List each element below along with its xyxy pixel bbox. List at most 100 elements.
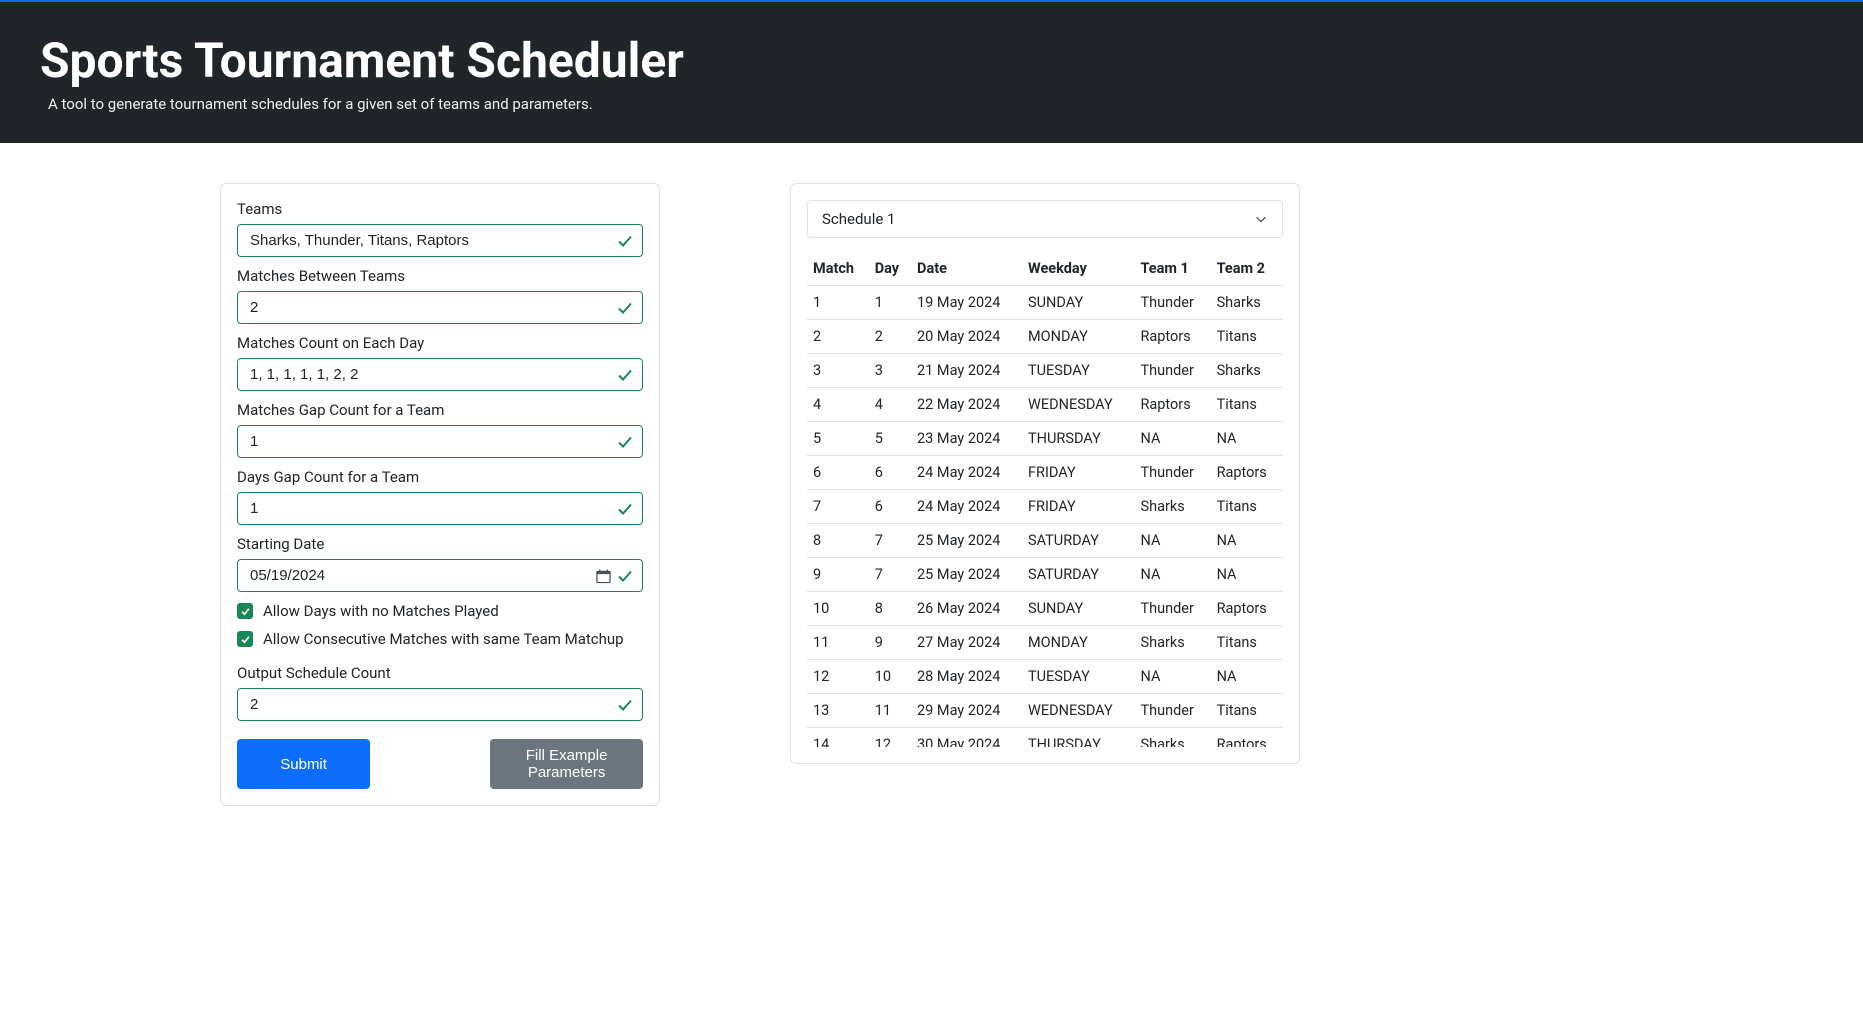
cell-match: 9 <box>807 558 869 592</box>
cell-weekday: THURSDAY <box>1022 422 1134 456</box>
cell-day: 12 <box>869 728 911 748</box>
cell-date: 24 May 2024 <box>911 456 1022 490</box>
cell-date: 24 May 2024 <box>911 490 1022 524</box>
cell-day: 10 <box>869 660 911 694</box>
cell-team1: Sharks <box>1134 626 1210 660</box>
allow-consecutive-checkbox[interactable] <box>237 631 253 647</box>
schedule-select-label: Schedule 1 <box>822 210 895 228</box>
cell-match: 6 <box>807 456 869 490</box>
fill-example-button[interactable]: Fill Example Parameters <box>490 739 643 789</box>
cell-team1: NA <box>1134 660 1210 694</box>
cell-date: 28 May 2024 <box>911 660 1022 694</box>
cell-team2: NA <box>1211 422 1283 456</box>
cell-team1: Thunder <box>1134 456 1210 490</box>
cell-match: 1 <box>807 286 869 320</box>
cell-team2: Sharks <box>1211 286 1283 320</box>
cell-team2: Titans <box>1211 626 1283 660</box>
cell-team2: Titans <box>1211 694 1283 728</box>
cell-day: 5 <box>869 422 911 456</box>
cell-match: 2 <box>807 320 869 354</box>
cell-weekday: SATURDAY <box>1022 524 1134 558</box>
cell-team2: Titans <box>1211 320 1283 354</box>
cell-weekday: SATURDAY <box>1022 558 1134 592</box>
cell-day: 1 <box>869 286 911 320</box>
cell-date: 22 May 2024 <box>911 388 1022 422</box>
cell-team1: Thunder <box>1134 286 1210 320</box>
cell-match: 7 <box>807 490 869 524</box>
cell-team1: Thunder <box>1134 694 1210 728</box>
page-subtitle: A tool to generate tournament schedules … <box>48 95 1823 113</box>
cell-team2: Raptors <box>1211 456 1283 490</box>
cell-day: 4 <box>869 388 911 422</box>
cell-match: 11 <box>807 626 869 660</box>
starting-date-input[interactable] <box>237 559 643 592</box>
cell-team1: Thunder <box>1134 592 1210 626</box>
cell-day: 8 <box>869 592 911 626</box>
cell-match: 10 <box>807 592 869 626</box>
cell-day: 9 <box>869 626 911 660</box>
cell-weekday: MONDAY <box>1022 626 1134 660</box>
cell-match: 14 <box>807 728 869 748</box>
cell-team2: NA <box>1211 558 1283 592</box>
cell-date: 20 May 2024 <box>911 320 1022 354</box>
matches-between-label: Matches Between Teams <box>237 267 643 285</box>
cell-weekday: WEDNESDAY <box>1022 694 1134 728</box>
schedule-panel: Schedule 1 Match Day Date Weekday Team 1… <box>790 183 1300 764</box>
cell-team2: Raptors <box>1211 592 1283 626</box>
cell-weekday: MONDAY <box>1022 320 1134 354</box>
matches-gap-label: Matches Gap Count for a Team <box>237 401 643 419</box>
cell-weekday: FRIDAY <box>1022 456 1134 490</box>
table-row: 6624 May 2024FRIDAYThunderRaptors <box>807 456 1283 490</box>
cell-team1: NA <box>1134 524 1210 558</box>
matches-count-input[interactable] <box>237 358 643 391</box>
cell-weekday: SUNDAY <box>1022 286 1134 320</box>
days-gap-label: Days Gap Count for a Team <box>237 468 643 486</box>
col-match: Match <box>807 252 869 286</box>
col-team2: Team 2 <box>1211 252 1283 286</box>
matches-gap-input[interactable] <box>237 425 643 458</box>
matches-count-label: Matches Count on Each Day <box>237 334 643 352</box>
cell-date: 19 May 2024 <box>911 286 1022 320</box>
chevron-down-icon <box>1254 212 1268 226</box>
cell-match: 4 <box>807 388 869 422</box>
cell-date: 23 May 2024 <box>911 422 1022 456</box>
cell-day: 11 <box>869 694 911 728</box>
cell-match: 3 <box>807 354 869 388</box>
cell-day: 7 <box>869 558 911 592</box>
table-row: 3321 May 2024TUESDAYThunderSharks <box>807 354 1283 388</box>
col-weekday: Weekday <box>1022 252 1134 286</box>
output-count-input[interactable] <box>237 688 643 721</box>
cell-team1: Thunder <box>1134 354 1210 388</box>
cell-team1: Raptors <box>1134 320 1210 354</box>
cell-weekday: THURSDAY <box>1022 728 1134 748</box>
starting-date-label: Starting Date <box>237 535 643 553</box>
matches-between-input[interactable] <box>237 291 643 324</box>
teams-input[interactable] <box>237 224 643 257</box>
table-row: 2220 May 2024MONDAYRaptorsTitans <box>807 320 1283 354</box>
cell-team2: NA <box>1211 660 1283 694</box>
table-row: 5523 May 2024THURSDAYNANA <box>807 422 1283 456</box>
allow-no-matches-checkbox[interactable] <box>237 603 253 619</box>
schedule-select[interactable]: Schedule 1 <box>807 200 1283 238</box>
cell-team1: Raptors <box>1134 388 1210 422</box>
cell-date: 25 May 2024 <box>911 558 1022 592</box>
submit-button[interactable]: Submit <box>237 739 370 789</box>
cell-match: 8 <box>807 524 869 558</box>
cell-match: 5 <box>807 422 869 456</box>
cell-team2: Sharks <box>1211 354 1283 388</box>
table-row: 131129 May 2024WEDNESDAYThunderTitans <box>807 694 1283 728</box>
days-gap-input[interactable] <box>237 492 643 525</box>
schedule-table: Match Day Date Weekday Team 1 Team 2 111… <box>807 252 1283 747</box>
schedule-table-scroll[interactable]: Match Day Date Weekday Team 1 Team 2 111… <box>807 252 1283 747</box>
cell-team2: Titans <box>1211 490 1283 524</box>
table-row: 11927 May 2024MONDAYSharksTitans <box>807 626 1283 660</box>
cell-date: 21 May 2024 <box>911 354 1022 388</box>
cell-weekday: FRIDAY <box>1022 490 1134 524</box>
cell-team1: Sharks <box>1134 728 1210 748</box>
cell-day: 6 <box>869 490 911 524</box>
cell-date: 27 May 2024 <box>911 626 1022 660</box>
table-row: 8725 May 2024SATURDAYNANA <box>807 524 1283 558</box>
cell-day: 3 <box>869 354 911 388</box>
cell-day: 6 <box>869 456 911 490</box>
cell-weekday: TUESDAY <box>1022 354 1134 388</box>
